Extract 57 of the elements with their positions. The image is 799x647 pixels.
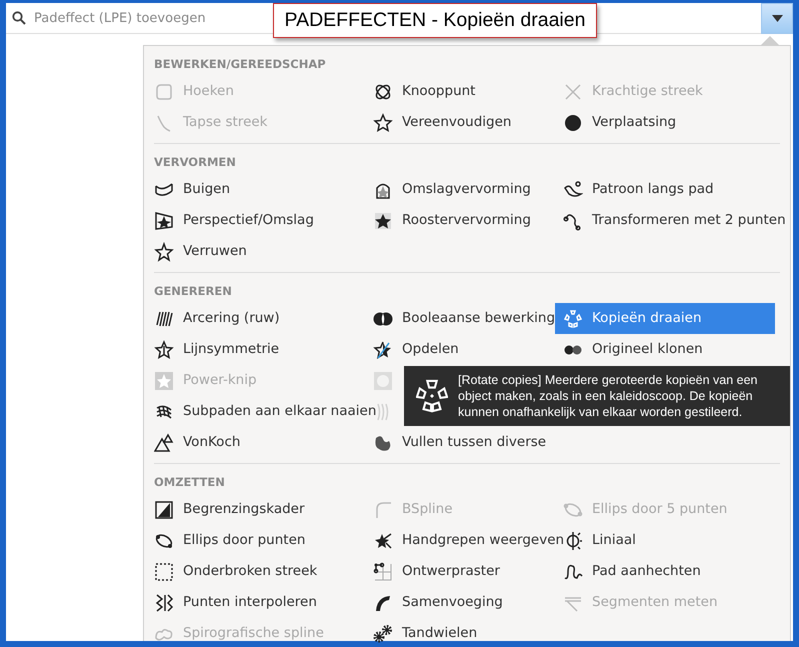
effect-item[interactable]: VonKoch	[154, 427, 373, 458]
effect-item[interactable]: Begrenzingskader	[154, 494, 373, 525]
caption-label: PADEFFECTEN - Kopieën draaien	[273, 3, 597, 38]
effect-item[interactable]: Omslagvervorming	[373, 174, 563, 205]
triangles-icon	[154, 432, 174, 452]
effect-item[interactable]: Punten interpoleren	[154, 587, 373, 618]
search-field[interactable]: Padeffect (LPE) toevoegen	[32, 4, 272, 32]
effect-item[interactable]: Vereenvoudigen	[373, 107, 563, 138]
tooltip-text: [Rotate copies] Meerdere geroteerde kopieën van een object maken, zoals in een kaleidoscoop. De kopieën kunnen onafhankelijk van elkaar worden gestileerd.	[458, 372, 758, 420]
star-outline-icon	[373, 112, 393, 132]
effect-item[interactable]: Verruwen	[154, 236, 373, 267]
search-icon	[12, 11, 26, 25]
effect-item[interactable]: Vullen tussen diverse	[373, 427, 563, 458]
gears-icon	[373, 624, 393, 644]
bounding-box-icon	[154, 500, 174, 520]
handles-star-icon	[373, 530, 393, 550]
effect-item[interactable]: Ellips door punten	[154, 525, 373, 556]
effect-item[interactable]: Ontwerpraster	[373, 556, 563, 587]
dropdown-button[interactable]	[761, 2, 793, 34]
rough-star-icon	[154, 242, 174, 262]
blob-icon	[563, 112, 583, 132]
effect-item[interactable]: Verplaatsing	[563, 107, 783, 138]
effect-item[interactable]: Patroon langs pad	[563, 174, 783, 205]
section-heading: VERVORMEN	[154, 154, 237, 170]
effect-item[interactable]: Tandwielen	[373, 618, 563, 647]
section-heading: BEWERKEN/GEREEDSCHAP	[154, 56, 327, 72]
knot-icon	[373, 82, 393, 102]
effect-item[interactable]: Origineel klonen	[563, 334, 783, 365]
zigzag-icon	[154, 592, 174, 612]
perspective-star-icon	[154, 210, 174, 230]
effect-item[interactable]: Roostervervorming	[373, 205, 563, 236]
pentagon-ring-icon	[416, 379, 448, 413]
caret-icon	[772, 14, 782, 22]
effect-item[interactable]: Perspectief/Omslag	[154, 205, 373, 236]
effect-item[interactable]: Samenvoeging	[373, 587, 563, 618]
cross-curve-icon	[563, 82, 583, 102]
split-star-icon	[373, 340, 393, 360]
effect-item[interactable]: Subpaden aan elkaar naaien	[154, 396, 373, 427]
effect-item[interactable]: Onderbroken streek	[154, 556, 373, 587]
effect-item[interactable]: Arcering (ruw)	[154, 303, 373, 334]
grid-icon	[373, 562, 393, 582]
effect-item[interactable]: Pad aanhechten	[563, 556, 783, 587]
section-heading: GENEREREN	[154, 283, 233, 299]
effect-item[interactable]: Transformeren met 2 punten	[563, 205, 783, 236]
mirror-star-icon	[154, 340, 174, 360]
effect-item[interactable]: Liniaal	[563, 525, 783, 556]
effect-item[interactable]: Opdelen	[373, 334, 563, 365]
clip-star-icon	[154, 370, 174, 390]
effect-item[interactable]: Lijnsymmetrie	[154, 334, 373, 365]
pentagon-ring-icon	[563, 308, 583, 328]
lattice-star-icon	[373, 210, 393, 230]
effect-item[interactable]: Handgrepen weergeven	[373, 525, 563, 556]
effect-item[interactable]: Buigen	[154, 174, 373, 205]
dashed-square-icon	[154, 562, 174, 582]
effect-item[interactable]: Kopieën draaien	[555, 303, 775, 334]
effect-item[interactable]: Knooppunt	[373, 76, 563, 107]
section-heading: OMZETTEN	[154, 474, 226, 490]
